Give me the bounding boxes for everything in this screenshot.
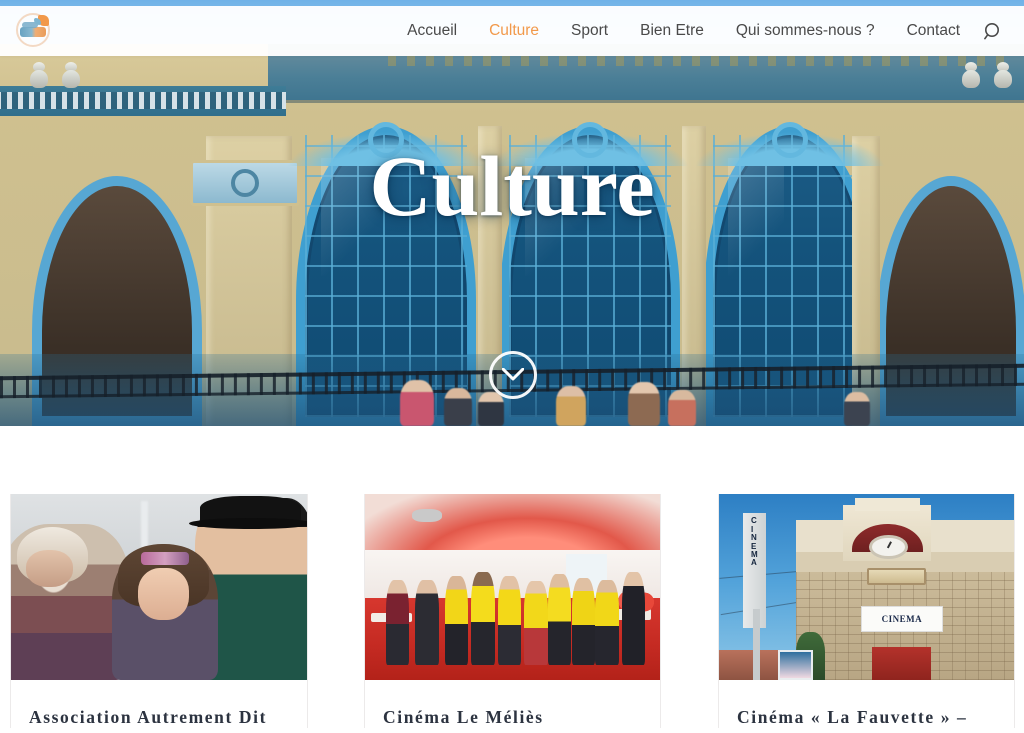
logo-swash-icon (20, 22, 46, 37)
chevron-down-icon (502, 368, 524, 381)
culture-card[interactable]: Association Autrement Dit (10, 494, 308, 728)
site-header: Accueil Culture Sport Bien Etre Qui somm… (0, 6, 1024, 56)
culture-card-grid: Association Autrement Dit Cinéma Le Méli… (0, 426, 1024, 733)
card-image: CINEMA CINEMA (719, 494, 1014, 680)
nav-item-culture[interactable]: Culture (473, 6, 555, 56)
card-image (11, 494, 307, 680)
nav-item-bien-etre[interactable]: Bien Etre (624, 6, 720, 56)
culture-card[interactable]: Cinéma Le Méliès (364, 494, 661, 728)
search-button[interactable] (976, 14, 1010, 48)
hero-balustrade (0, 86, 286, 116)
nav-item-qui-sommes-nous[interactable]: Qui sommes-nous ? (720, 6, 891, 56)
site-logo[interactable] (12, 11, 56, 51)
hero-banner: Culture (0, 0, 1024, 426)
card-image-art: CINEMA CINEMA (719, 494, 1014, 680)
card-image-art (365, 494, 660, 680)
page-root: Culture Accueil Culture Sport Bien Etre … (0, 0, 1024, 733)
main-navigation: Accueil Culture Sport Bien Etre Qui somm… (391, 6, 1024, 56)
culture-card[interactable]: CINEMA CINEMA Cinéma « La Fauvette » – (718, 494, 1015, 728)
card-title: Cinéma Le Méliès (383, 707, 544, 727)
nav-item-sport[interactable]: Sport (555, 6, 624, 56)
hero-urn (28, 56, 50, 88)
card-title: Association Autrement Dit (29, 707, 267, 727)
scroll-down-button[interactable] (489, 351, 537, 399)
hero-urn (992, 56, 1014, 88)
cinema-pylon-sign: CINEMA (751, 516, 758, 568)
search-icon (983, 22, 999, 39)
hero-urn (60, 56, 82, 88)
nav-item-accueil[interactable]: Accueil (391, 6, 473, 56)
card-image (365, 494, 660, 680)
page-title: Culture (369, 138, 655, 234)
card-image-art (11, 494, 307, 680)
logo-leaf-icon (34, 15, 49, 26)
cinema-marquee-sign: CINEMA (860, 605, 944, 632)
hero-urn (960, 56, 982, 88)
card-title: Cinéma « La Fauvette » – (737, 707, 968, 727)
nav-item-contact[interactable]: Contact (891, 6, 976, 56)
